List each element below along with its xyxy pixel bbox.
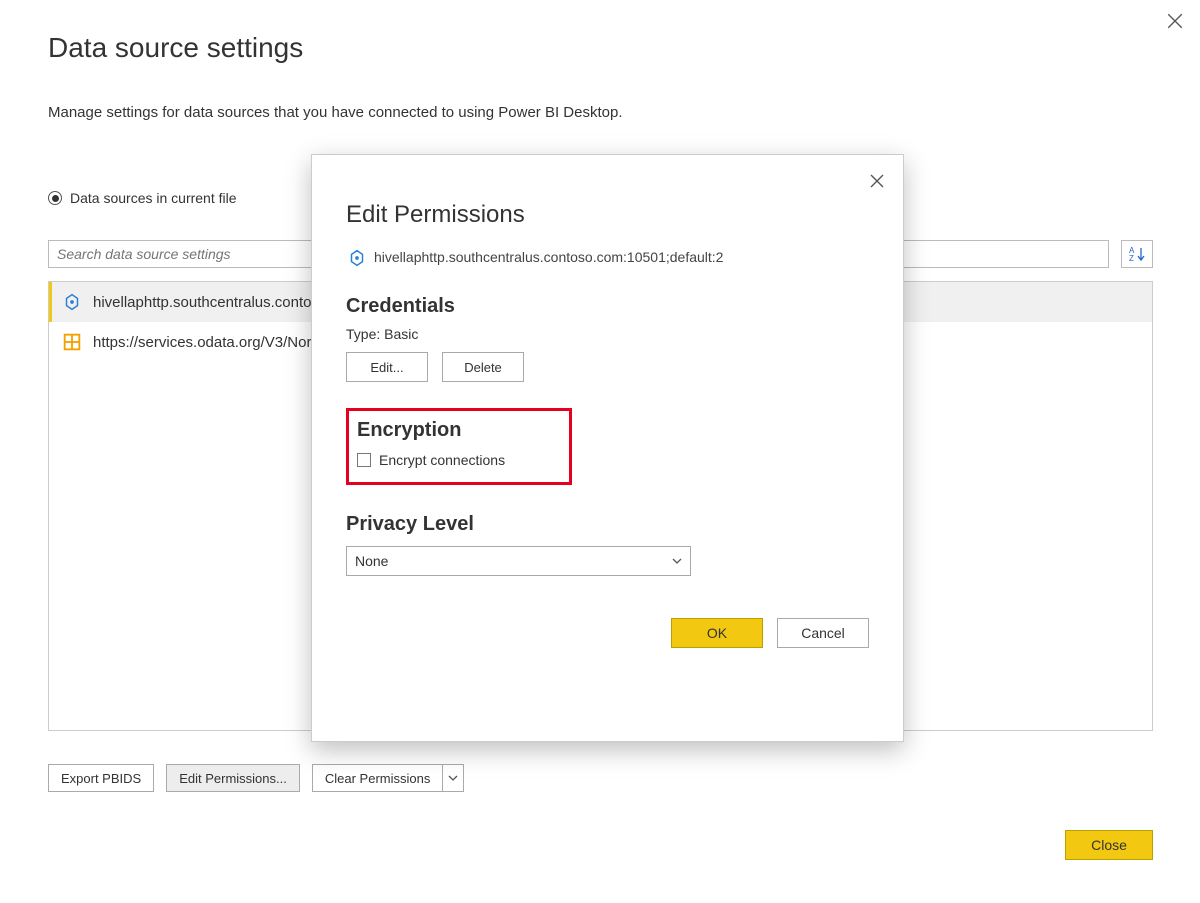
privacy-level-value: None [355, 553, 388, 569]
close-icon[interactable] [1166, 12, 1184, 35]
dialog-datasource-label: hivellaphttp.southcentralus.contoso.com:… [374, 249, 723, 265]
delete-credentials-button[interactable]: Delete [442, 352, 524, 382]
checkbox-unchecked-icon [357, 453, 371, 467]
clear-permissions-button[interactable]: Clear Permissions [312, 764, 442, 792]
page-title: Data source settings [48, 32, 303, 64]
clear-permissions-dropdown[interactable] [442, 764, 464, 792]
scope-radio-label: Data sources in current file [70, 190, 237, 206]
radio-checked-icon [48, 191, 62, 205]
edit-credentials-button[interactable]: Edit... [346, 352, 428, 382]
hive-connector-icon [61, 291, 83, 313]
encryption-highlight-box: Encryption Encrypt connections [346, 408, 572, 485]
encryption-heading: Encryption [357, 419, 557, 442]
svg-text:Z: Z [1129, 254, 1134, 263]
page-subtitle: Manage settings for data sources that yo… [48, 104, 623, 121]
dialog-title: Edit Permissions [346, 201, 869, 229]
chevron-down-icon [448, 771, 458, 786]
scope-radio-current-file[interactable]: Data sources in current file [48, 190, 237, 206]
edit-permissions-dialog: Edit Permissions hivellaphttp.southcentr… [311, 154, 904, 742]
credential-type: Type: Basic [346, 326, 869, 342]
chevron-down-icon [672, 553, 682, 569]
credentials-heading: Credentials [346, 295, 869, 318]
ok-button[interactable]: OK [671, 618, 763, 648]
encrypt-connections-label: Encrypt connections [379, 452, 505, 468]
edit-permissions-button[interactable]: Edit Permissions... [166, 764, 300, 792]
cancel-button[interactable]: Cancel [777, 618, 869, 648]
privacy-level-heading: Privacy Level [346, 513, 869, 536]
sort-button[interactable]: A Z [1121, 240, 1153, 268]
dialog-close-icon[interactable] [869, 173, 885, 194]
hive-connector-icon [346, 247, 366, 267]
privacy-level-select[interactable]: None [346, 546, 691, 576]
export-pbids-button[interactable]: Export PBIDS [48, 764, 154, 792]
clear-permissions-split-button: Clear Permissions [312, 764, 464, 792]
encrypt-connections-checkbox[interactable]: Encrypt connections [357, 452, 557, 468]
odata-connector-icon [61, 331, 83, 353]
close-button[interactable]: Close [1065, 830, 1153, 860]
